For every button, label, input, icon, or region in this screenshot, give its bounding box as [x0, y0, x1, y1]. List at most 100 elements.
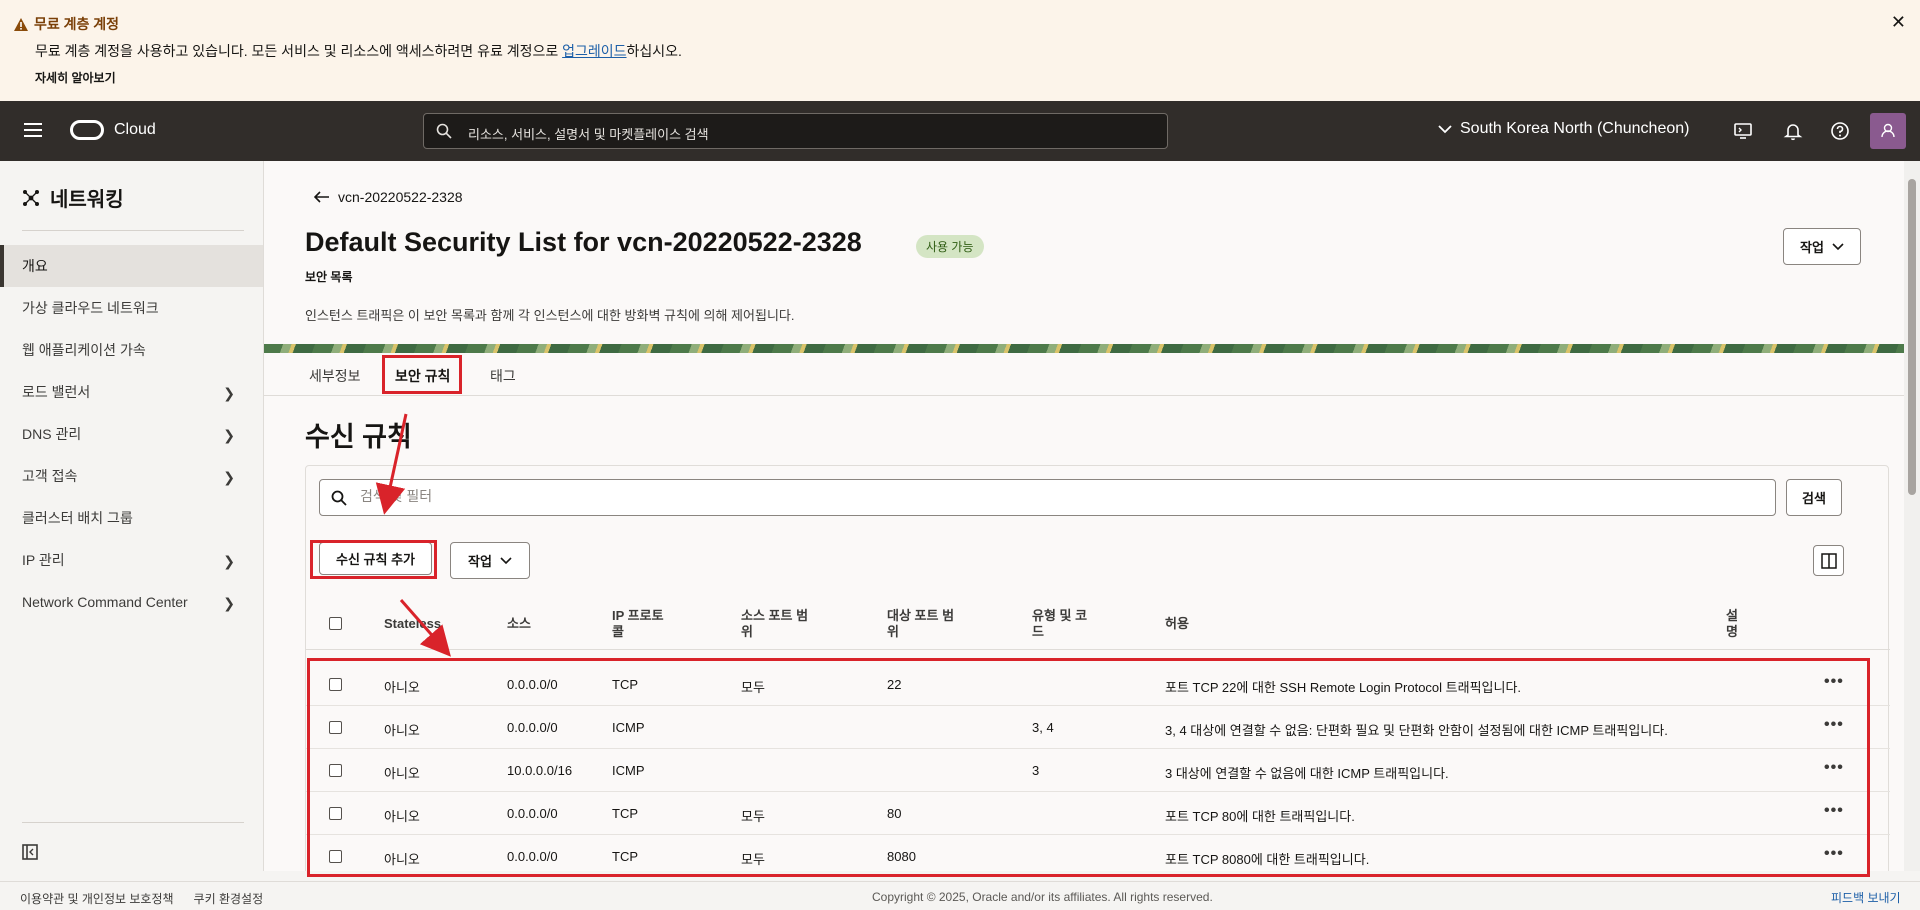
oracle-logo-icon[interactable] — [70, 120, 104, 140]
chevron-down-icon — [1438, 125, 1452, 134]
upgrade-link[interactable]: 업그레이드 — [562, 43, 626, 59]
sidebar-item-dns[interactable]: DNS 관리 ❯ — [0, 413, 263, 455]
col-label: 위 — [887, 624, 899, 639]
bell-icon[interactable] — [1783, 121, 1803, 141]
region-label: South Korea North (Chuncheon) — [1460, 120, 1690, 137]
tab-details[interactable]: 세부정보 — [309, 366, 361, 386]
col-label: 유형 및 코 — [1032, 608, 1088, 623]
warning-icon — [14, 17, 28, 31]
sidebar-item-overview[interactable]: 개요 — [0, 245, 263, 287]
sidebar-item-customer-connectivity[interactable]: 고객 접속 ❯ — [0, 455, 263, 497]
banner-text: 무료 계층 계정을 사용하고 있습니다. 모든 서비스 및 리소스에 액세스하려… — [35, 43, 563, 59]
ingress-filter-input[interactable] — [360, 488, 1740, 504]
terms-link[interactable]: 이용약관 및 개인정보 보호정책 — [20, 890, 174, 907]
col-label: 콜 — [612, 624, 624, 639]
scrollbar-thumb[interactable] — [1908, 179, 1916, 495]
region-selector[interactable]: South Korea North (Chuncheon) — [1438, 120, 1689, 138]
ingress-filter-field[interactable] — [319, 479, 1776, 516]
help-icon[interactable] — [1830, 121, 1850, 141]
search-placeholder: 리소스, 서비스, 설명서 및 마켓플레이스 검색 — [468, 127, 709, 142]
col-label: 드 — [1032, 624, 1044, 639]
sidebar-title-text: 네트워킹 — [50, 189, 124, 211]
col-dest-port[interactable]: 대상 포트 범위 — [887, 608, 954, 640]
col-allows[interactable]: 허용 — [1165, 616, 1189, 632]
learn-more-link[interactable]: 자세히 알아보기 — [35, 69, 116, 86]
highlight-add-ingress-button — [310, 540, 437, 579]
footer-links: 이용약관 및 개인정보 보호정책 쿠키 환경설정 — [20, 890, 263, 907]
banner-title-text: 무료 계층 계정 — [34, 16, 120, 32]
columns-icon — [1820, 552, 1837, 569]
sidebar-item-label: DNS 관리 — [22, 426, 82, 442]
sidebar-item-ip-management[interactable]: IP 관리 ❯ — [0, 539, 263, 581]
collapse-sidebar-icon[interactable] — [22, 844, 38, 860]
arrow-left-icon — [314, 191, 329, 203]
sidebar-item-label: 가상 클라우드 네트워크 — [22, 300, 159, 316]
col-type-code[interactable]: 유형 및 코드 — [1032, 608, 1087, 640]
network-icon — [23, 189, 39, 206]
sidebar-item-label: 개요 — [22, 258, 48, 274]
search-icon — [436, 123, 452, 139]
page-scrollbar[interactable] — [1904, 161, 1920, 871]
ingress-actions-button[interactable]: 작업 — [450, 542, 530, 579]
actions-label: 작업 — [1800, 240, 1824, 255]
tab-tags[interactable]: 태그 — [490, 366, 516, 386]
page-title: Default Security List for vcn-20220522-2… — [305, 227, 862, 257]
chevron-down-icon — [1832, 242, 1844, 250]
chevron-right-icon: ❯ — [223, 595, 235, 611]
page-description: 인스턴스 트래픽은 이 보안 목록과 함께 각 인스턴스에 대한 방화벽 규칙에… — [305, 308, 795, 323]
page-actions-button[interactable]: 작업 — [1783, 228, 1861, 265]
brand-label[interactable]: Cloud — [114, 121, 156, 139]
sidebar-title: 네트워킹 — [22, 183, 124, 212]
search-icon — [331, 490, 347, 506]
sidebar-item-network-command-center[interactable]: Network Command Center ❯ — [0, 581, 263, 623]
col-stateless[interactable]: Stateless — [384, 616, 441, 632]
col-description[interactable]: 설명 — [1726, 608, 1738, 640]
col-label: 설 — [1726, 608, 1738, 623]
table-header: Stateless 소스 IP 프로토 콜 소스 포트 범위 대상 포트 범위 유… — [306, 598, 1890, 650]
user-icon — [1881, 123, 1895, 138]
back-link-label: vcn-20220522-2328 — [338, 189, 463, 205]
column-settings-button[interactable] — [1813, 545, 1844, 576]
highlight-security-rules-tab — [382, 355, 462, 394]
feedback-link[interactable]: 피드백 보내기 — [1831, 889, 1901, 906]
cookie-preferences-link[interactable]: 쿠키 환경설정 — [194, 890, 264, 907]
search-button[interactable]: 검색 — [1786, 479, 1842, 516]
chevron-right-icon: ❯ — [223, 553, 235, 569]
detail-tabs: 세부정보 보안 규칙 태그 — [264, 353, 1904, 396]
banner-text-end: 하십시오. — [626, 43, 682, 59]
sidebar-item-label: 고객 접속 — [22, 468, 78, 484]
cloud-shell-icon[interactable] — [1733, 121, 1753, 141]
copyright-text: Copyright © 2025, Oracle and/or its affi… — [872, 890, 1213, 904]
sidebar-item-vcn[interactable]: 가상 클라우드 네트워크 — [0, 287, 263, 329]
col-source-port[interactable]: 소스 포트 범위 — [741, 608, 808, 640]
page-subtitle: 보안 목록 — [305, 270, 353, 284]
chevron-right-icon: ❯ — [223, 427, 235, 443]
sidebar-item-label: Network Command Center — [22, 594, 188, 610]
hamburger-menu-icon[interactable] — [24, 123, 42, 137]
banner-message: 무료 계층 계정을 사용하고 있습니다. 모든 서비스 및 리소스에 액세스하려… — [35, 41, 682, 61]
col-source[interactable]: 소스 — [507, 616, 531, 632]
top-header: Cloud 리소스, 서비스, 설명서 및 마켓플레이스 검색 South Ko… — [0, 101, 1920, 161]
sidebar: 네트워킹 개요 가상 클라우드 네트워크 웹 애플리케이션 가속 로드 밸런서 ❯… — [0, 161, 264, 871]
global-search-input[interactable]: 리소스, 서비스, 설명서 및 마켓플레이스 검색 — [423, 113, 1168, 149]
sidebar-item-label: IP 관리 — [22, 552, 65, 568]
col-label: 소스 포트 범 — [741, 608, 809, 623]
sidebar-item-web-acceleration[interactable]: 웹 애플리케이션 가속 — [0, 329, 263, 371]
col-label: IP 프로토 — [612, 608, 664, 623]
sidebar-item-load-balancer[interactable]: 로드 밸런서 ❯ — [0, 371, 263, 413]
chevron-down-icon — [500, 556, 512, 564]
back-to-vcn-link[interactable]: vcn-20220522-2328 — [314, 189, 463, 205]
sidebar-item-label: 웹 애플리케이션 가속 — [22, 342, 146, 358]
sidebar-item-cluster-placement[interactable]: 클러스터 배치 그룹 — [0, 497, 263, 539]
free-tier-banner: 무료 계층 계정 무료 계층 계정을 사용하고 있습니다. 모든 서비스 및 리… — [0, 0, 1920, 101]
sidebar-item-label: 로드 밸런서 — [22, 384, 91, 400]
select-all-checkbox[interactable] — [329, 617, 342, 630]
col-ip-protocol[interactable]: IP 프로토 콜 — [612, 608, 664, 640]
sidebar-divider — [22, 822, 244, 823]
banner-title: 무료 계층 계정 — [14, 14, 119, 34]
decorative-pattern — [264, 344, 1904, 353]
close-icon[interactable]: ✕ — [1891, 12, 1906, 33]
user-avatar[interactable] — [1870, 113, 1906, 149]
sidebar-item-label: 클러스터 배치 그룹 — [22, 510, 133, 526]
status-badge: 사용 가능 — [916, 235, 984, 258]
